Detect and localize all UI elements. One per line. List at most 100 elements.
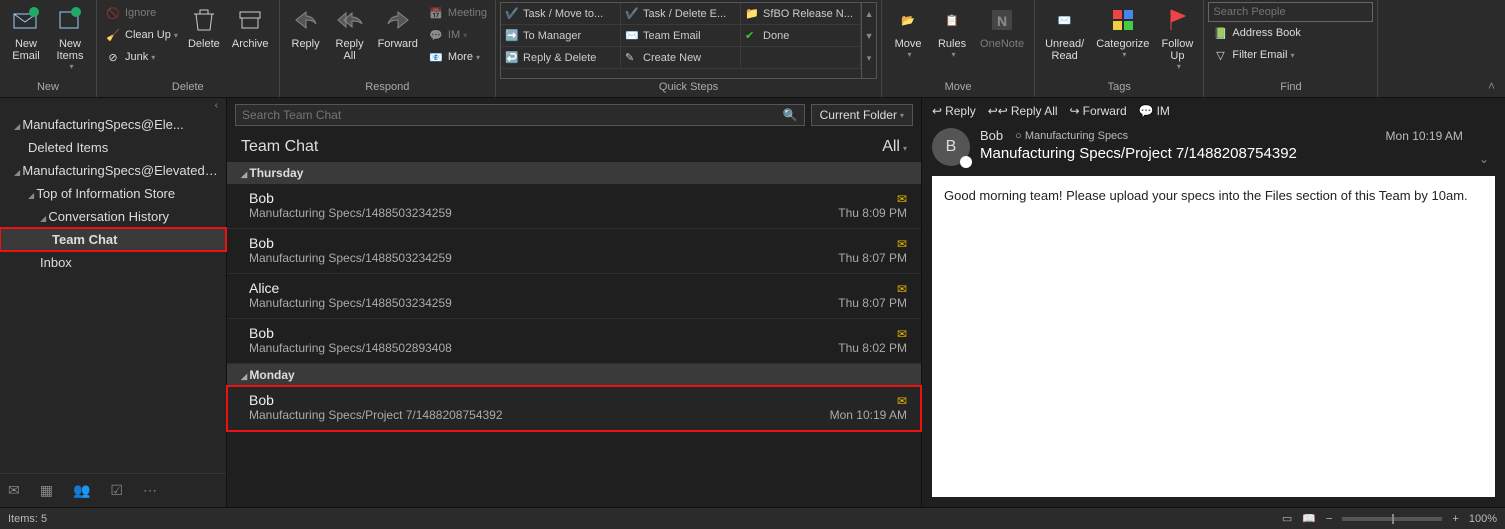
sender-avatar: B: [932, 128, 970, 166]
expand-header-button[interactable]: ⌄: [1473, 152, 1495, 166]
account-2[interactable]: ManufacturingSpecs@ElevatedR...: [0, 159, 226, 182]
folder-collapse-button[interactable]: ‹: [0, 98, 226, 113]
reply-all-button-ribbon[interactable]: Reply All: [328, 2, 372, 79]
message-list-pane: 🔍 Current Folder Team Chat All ThursdayB…: [227, 98, 922, 507]
archive-button[interactable]: Archive: [226, 2, 275, 79]
check-icon: ✔: [745, 29, 759, 43]
forward-button[interactable]: ↪Forward: [1070, 104, 1127, 118]
quick-steps-scroll[interactable]: ▲▼▾: [862, 2, 877, 79]
view-reading-icon[interactable]: 📖: [1302, 512, 1316, 525]
qs-team-email[interactable]: ✉️Team Email: [621, 25, 741, 47]
group-header[interactable]: Thursday: [227, 162, 921, 184]
forward-icon: ↪: [1070, 104, 1080, 118]
message-from: Bob: [249, 392, 907, 408]
ribbon-group-move: 📂Move 📋Rules NOneNote Move: [882, 0, 1035, 97]
delete-icon: [188, 4, 220, 36]
im-button-ribbon[interactable]: 💬IM: [424, 24, 491, 46]
new-items-icon: [54, 4, 86, 36]
reply-button[interactable]: ↩Reply: [932, 104, 976, 118]
folder-inbox[interactable]: Inbox: [0, 251, 226, 274]
rules-button[interactable]: 📋Rules: [930, 2, 974, 79]
new-email-label: New Email: [12, 38, 40, 62]
folder-top-info-store[interactable]: Top of Information Store: [0, 182, 226, 205]
message-time: Mon 10:19 AM: [830, 408, 907, 422]
junk-icon: ⊘: [105, 49, 121, 65]
sender-name: Bob: [980, 128, 1003, 143]
ribbon-collapse-button[interactable]: ˄: [1478, 75, 1505, 97]
folder-deleted-items[interactable]: Deleted Items: [0, 136, 226, 159]
chevron-down-icon[interactable]: ▼: [862, 25, 876, 47]
search-input[interactable]: [242, 108, 783, 122]
chevron-down-icon[interactable]: ▾: [862, 47, 876, 69]
message-item[interactable]: AliceManufacturing Specs/1488503234259Th…: [227, 274, 921, 319]
message-subject-line: Manufacturing Specs/1488503234259: [249, 206, 907, 220]
nav-people-icon[interactable]: 👥: [73, 482, 90, 499]
message-item[interactable]: BobManufacturing Specs/1488502893408Thu …: [227, 319, 921, 364]
envelope-icon: ✉: [897, 192, 907, 206]
categorize-icon: [1107, 4, 1139, 36]
onenote-icon: N: [986, 4, 1018, 36]
new-items-button[interactable]: New Items: [48, 2, 92, 79]
nav-tasks-icon[interactable]: ☑: [110, 482, 123, 499]
forward-button-ribbon[interactable]: Forward: [372, 2, 424, 79]
delete-button[interactable]: Delete: [182, 2, 226, 79]
qs-sfbo[interactable]: 📁SfBO Release N...: [741, 3, 861, 25]
zoom-in-button[interactable]: +: [1452, 513, 1458, 525]
followup-button[interactable]: Follow Up: [1155, 2, 1199, 79]
reply-all-icon: ↩↩: [988, 104, 1008, 118]
qs-reply-delete[interactable]: ↩️Reply & Delete: [501, 47, 621, 69]
nav-mail-icon[interactable]: ✉: [8, 482, 20, 499]
more-respond-button[interactable]: 📧More: [424, 46, 491, 68]
message-item[interactable]: BobManufacturing Specs/Project 7/1488208…: [227, 386, 921, 431]
im-button[interactable]: 💬IM: [1139, 104, 1170, 118]
group-header[interactable]: Monday: [227, 364, 921, 386]
meeting-icon: 📅: [428, 5, 444, 21]
reply-all-button[interactable]: ↩↩Reply All: [988, 104, 1058, 118]
search-box[interactable]: 🔍: [235, 104, 805, 126]
nav-more-icon[interactable]: ⋯: [143, 482, 157, 499]
message-category: Manufacturing Specs: [1015, 130, 1128, 142]
envelope-icon: ✉: [897, 237, 907, 251]
qs-empty: [741, 47, 861, 69]
message-item[interactable]: BobManufacturing Specs/1488503234259Thu …: [227, 184, 921, 229]
ignore-icon: 🚫: [105, 5, 121, 21]
search-people-input[interactable]: [1208, 2, 1373, 22]
search-icon[interactable]: 🔍: [783, 108, 798, 122]
nav-calendar-icon[interactable]: ▦: [40, 482, 53, 499]
account-1[interactable]: ManufacturingSpecs@Ele...: [0, 113, 226, 136]
onenote-button[interactable]: NOneNote: [974, 2, 1030, 79]
move-button[interactable]: 📂Move: [886, 2, 930, 79]
address-book-button[interactable]: 📗Address Book: [1208, 22, 1373, 44]
message-subject-line: Manufacturing Specs/1488502893408: [249, 341, 907, 355]
message-item[interactable]: BobManufacturing Specs/1488503234259Thu …: [227, 229, 921, 274]
task-icon: ✔️: [625, 7, 639, 21]
qs-to-manager[interactable]: ➡️To Manager: [501, 25, 621, 47]
list-filter-dropdown[interactable]: All: [882, 138, 907, 156]
categorize-button[interactable]: Categorize: [1090, 2, 1155, 79]
folder-team-chat[interactable]: Team Chat: [0, 228, 226, 251]
ignore-button[interactable]: 🚫Ignore: [101, 2, 182, 24]
folder-conversation-history[interactable]: Conversation History: [0, 205, 226, 228]
filter-email-button[interactable]: ▽Filter Email: [1208, 44, 1373, 66]
folder-pane: ‹ ManufacturingSpecs@Ele... Deleted Item…: [0, 98, 227, 507]
zoom-slider[interactable]: [1342, 517, 1442, 521]
ribbon-group-find: 📗Address Book ▽Filter Email Find: [1204, 0, 1378, 97]
address-book-icon: 📗: [1212, 25, 1228, 41]
qs-task-move[interactable]: ✔️Task / Move to...: [501, 3, 621, 25]
chevron-up-icon[interactable]: ▲: [862, 3, 876, 25]
reply-button-ribbon[interactable]: Reply: [284, 2, 328, 79]
view-normal-icon[interactable]: ▭: [1282, 512, 1292, 525]
qs-task-delete[interactable]: ✔️Task / Delete E...: [621, 3, 741, 25]
qs-done[interactable]: ✔Done: [741, 25, 861, 47]
unread-read-button[interactable]: ✉️Unread/ Read: [1039, 2, 1090, 79]
meeting-button[interactable]: 📅Meeting: [424, 2, 491, 24]
new-email-button[interactable]: New Email: [4, 2, 48, 79]
zoom-out-button[interactable]: −: [1326, 513, 1332, 525]
cleanup-button[interactable]: 🧹Clean Up: [101, 24, 182, 46]
qs-create-new[interactable]: ✎Create New: [621, 47, 741, 69]
search-scope-dropdown[interactable]: Current Folder: [811, 104, 913, 126]
forward-icon: ➡️: [505, 29, 519, 43]
message-from: Bob: [249, 235, 907, 251]
ribbon-group-tags: ✉️Unread/ Read Categorize Follow Up Tags: [1035, 0, 1204, 97]
junk-button[interactable]: ⊘Junk: [101, 46, 182, 68]
